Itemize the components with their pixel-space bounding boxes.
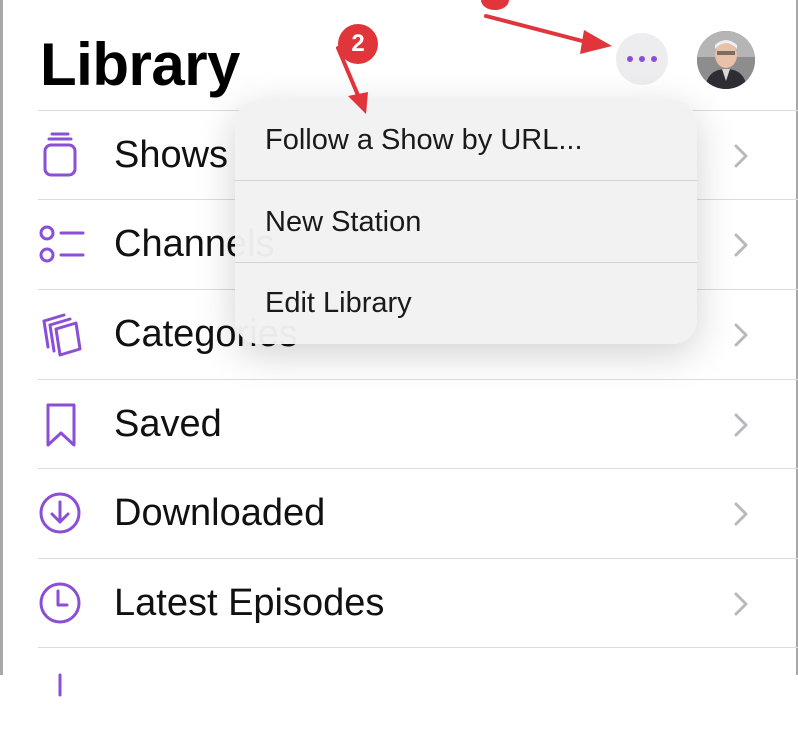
menu-item-label: Follow a Show by URL... <box>265 124 583 156</box>
list-item-partial <box>0 647 798 736</box>
list-item-saved[interactable]: Saved <box>0 379 798 468</box>
list-item-label: Downloaded <box>114 492 326 534</box>
row-divider <box>38 647 798 648</box>
categories-icon <box>42 313 82 357</box>
shows-stack-icon <box>43 132 77 177</box>
chevron-right-icon <box>734 413 748 437</box>
list-item-label: Latest Episodes <box>114 582 385 624</box>
list-item-label: Shows <box>114 134 229 176</box>
list-item-label: Saved <box>114 403 222 445</box>
menu-item-new-station[interactable]: New Station <box>235 182 697 263</box>
annotation-step-badge: 2 <box>338 24 378 64</box>
menu-item-edit-library[interactable]: Edit Library <box>235 263 697 344</box>
partial-icon <box>58 673 62 697</box>
annotation-badge-partial <box>481 0 509 10</box>
row-divider <box>38 379 798 380</box>
chevron-right-icon <box>734 144 748 168</box>
menu-item-label: New Station <box>265 206 422 238</box>
list-item-downloaded[interactable]: Downloaded <box>0 468 798 557</box>
page-title: Library <box>40 31 240 98</box>
download-circle-icon <box>39 492 81 534</box>
menu-item-follow-show-by-url[interactable]: Follow a Show by URL... <box>235 100 697 181</box>
menu-item-label: Edit Library <box>265 287 412 319</box>
menu-separator <box>235 180 697 181</box>
row-divider <box>38 468 798 469</box>
more-options-button[interactable] <box>616 33 668 85</box>
row-divider <box>38 558 798 559</box>
ellipsis-icon <box>627 56 657 62</box>
context-menu: Follow a Show by URL... New Station Edit… <box>235 100 697 344</box>
chevron-right-icon <box>734 502 748 526</box>
clock-icon <box>39 582 81 624</box>
channels-list-icon <box>39 225 85 263</box>
list-item-latest-episodes[interactable]: Latest Episodes <box>0 558 798 647</box>
avatar[interactable] <box>697 31 755 89</box>
bookmark-icon <box>46 403 76 447</box>
chevron-right-icon <box>734 323 748 347</box>
annotation-arrow-to-more-button <box>484 14 612 54</box>
chevron-right-icon <box>734 233 748 257</box>
chevron-right-icon <box>734 592 748 616</box>
